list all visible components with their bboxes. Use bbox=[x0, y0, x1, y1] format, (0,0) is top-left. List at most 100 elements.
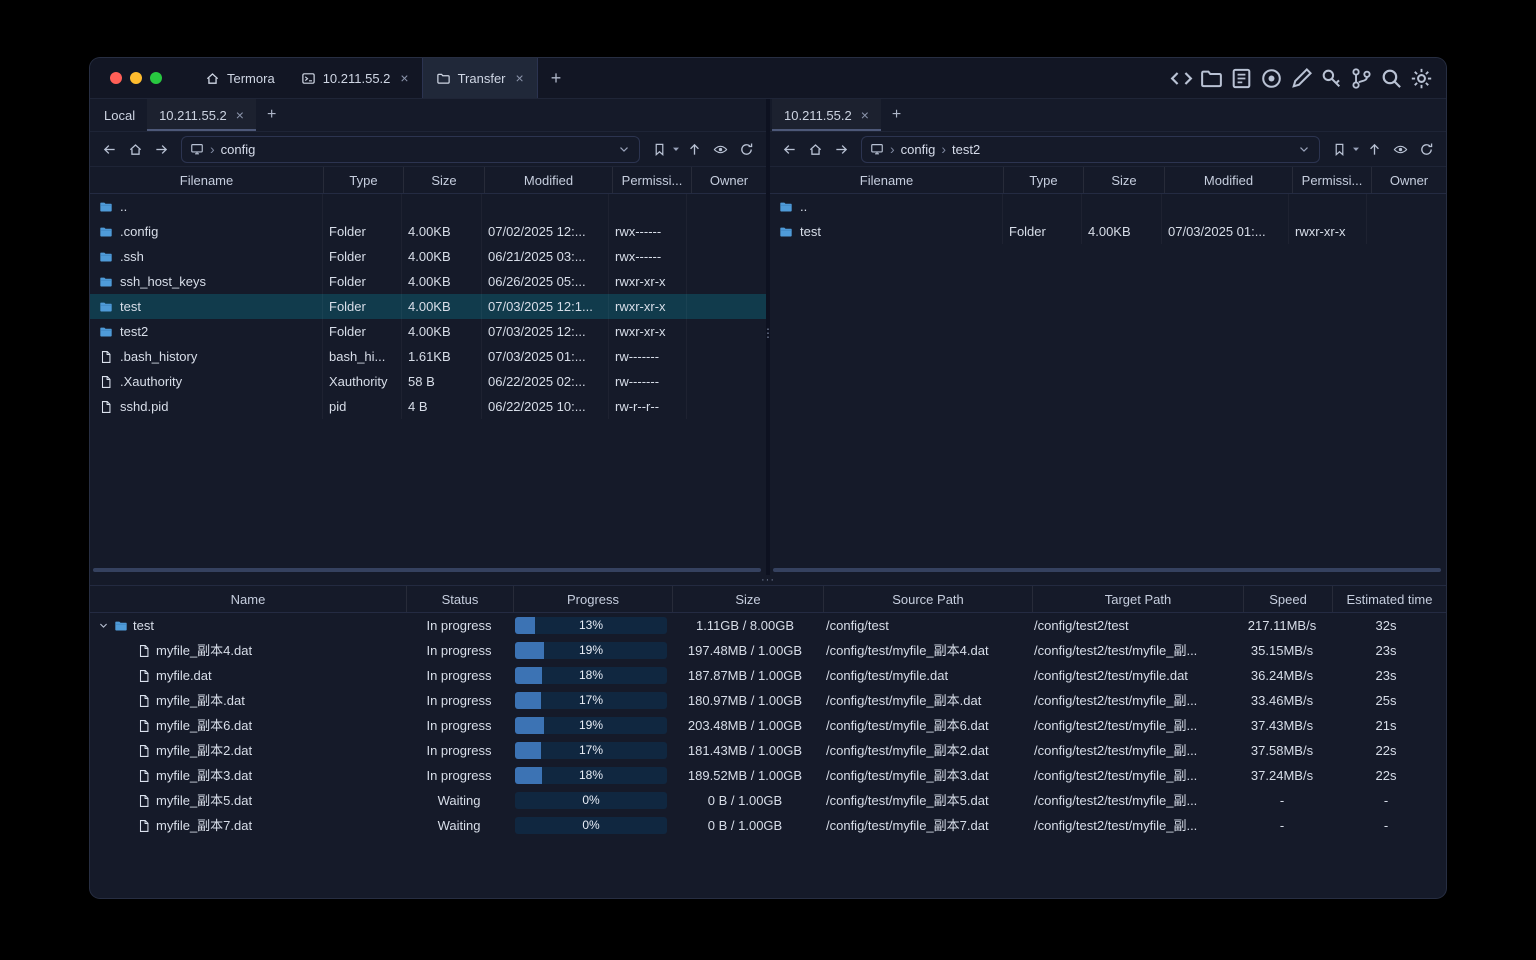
transfer-row[interactable]: myfile_副本6.dat In progress 19% 203.48MB / 1… bbox=[90, 713, 1446, 738]
titlebar-tab-termora[interactable]: Termora bbox=[192, 58, 288, 98]
column-header-owner[interactable]: Owner bbox=[1372, 167, 1446, 193]
panel-tab-10-211-55-2[interactable]: 10.211.55.2 × bbox=[772, 99, 881, 131]
show-hidden-button[interactable] bbox=[1389, 138, 1412, 161]
status-cell: In progress bbox=[426, 618, 492, 633]
home-icon bbox=[808, 142, 823, 157]
back-icon bbox=[102, 142, 117, 157]
file-row[interactable]: .Xauthority Xauthority 58 B 06/22/2025 02:.… bbox=[90, 369, 766, 394]
panel-tab-local[interactable]: Local bbox=[92, 99, 147, 131]
breadcrumb-separator-icon: › bbox=[890, 141, 895, 157]
column-header-type[interactable]: Type bbox=[1004, 167, 1084, 193]
column-header-name[interactable]: Name bbox=[90, 586, 407, 612]
file-row[interactable]: test Folder 4.00KB 07/03/2025 12:1... rwxr-x… bbox=[90, 294, 766, 319]
horizontal-scrollbar[interactable] bbox=[773, 568, 1441, 572]
transfer-row[interactable]: myfile_副本5.dat Waiting 0% 0 B / 1.00GB/conf… bbox=[90, 788, 1446, 813]
horizontal-splitter[interactable]: ··· bbox=[90, 575, 1446, 586]
column-header-filename[interactable]: Filename bbox=[770, 167, 1004, 193]
column-header-permissi[interactable]: Permissi... bbox=[613, 167, 692, 193]
show-hidden-button[interactable] bbox=[709, 138, 732, 161]
record-icon[interactable] bbox=[1259, 66, 1284, 91]
file-row[interactable]: ssh_host_keys Folder 4.00KB 06/26/2025 05:.… bbox=[90, 269, 766, 294]
panel-tab-10-211-55-2[interactable]: 10.211.55.2 × bbox=[147, 99, 256, 131]
transfer-row[interactable]: myfile_副本2.dat In progress 17% 181.43MB / 1… bbox=[90, 738, 1446, 763]
new-terminal-tab-button[interactable]: + bbox=[538, 58, 575, 98]
transfer-row[interactable]: myfile_副本4.dat In progress 19% 197.48MB / 1… bbox=[90, 638, 1446, 663]
horizontal-scrollbar[interactable] bbox=[93, 568, 761, 572]
breadcrumb-item[interactable]: config bbox=[901, 142, 936, 157]
file-row[interactable]: .bash_history bash_hi... 1.61KB 07/03/2025 … bbox=[90, 344, 766, 369]
file-row[interactable]: test Folder 4.00KB 07/03/2025 01:... rwxr-xr… bbox=[770, 219, 1446, 244]
file-row[interactable]: test2 Folder 4.00KB 07/03/2025 12:... rwxr-x… bbox=[90, 319, 766, 344]
home-button[interactable] bbox=[124, 138, 147, 161]
column-header-status[interactable]: Status bbox=[407, 586, 514, 612]
new-panel-tab-button[interactable]: + bbox=[256, 99, 287, 131]
folder-icon[interactable] bbox=[1199, 66, 1224, 91]
transfer-row[interactable]: myfile_副本3.dat In progress 18% 189.52MB / 1… bbox=[90, 763, 1446, 788]
breadcrumb-item[interactable]: test2 bbox=[952, 142, 980, 157]
refresh-button[interactable] bbox=[1415, 138, 1438, 161]
edit-icon[interactable] bbox=[1289, 66, 1314, 91]
column-header-size[interactable]: Size bbox=[673, 586, 824, 612]
file-glyph-icon bbox=[137, 644, 151, 658]
transfer-name-label: myfile.dat bbox=[156, 668, 212, 683]
breadcrumb-item[interactable]: config bbox=[221, 142, 256, 157]
close-tab-icon[interactable]: × bbox=[236, 108, 244, 122]
close-tab-icon[interactable]: × bbox=[861, 108, 869, 122]
titlebar-tab-10-211-55-2[interactable]: 10.211.55.2 × bbox=[288, 58, 422, 98]
breadcrumb[interactable]: › config › test2 bbox=[861, 135, 1320, 163]
file-row[interactable]: .config Folder 4.00KB 07/02/2025 12:... rwx-… bbox=[90, 219, 766, 244]
settings-icon[interactable] bbox=[1409, 66, 1434, 91]
column-header-owner[interactable]: Owner bbox=[692, 167, 766, 193]
column-header-progress[interactable]: Progress bbox=[514, 586, 673, 612]
column-header-target-path[interactable]: Target Path bbox=[1033, 586, 1244, 612]
home-button[interactable] bbox=[804, 138, 827, 161]
close-tab-icon[interactable]: × bbox=[516, 71, 524, 85]
transfer-row[interactable]: myfile_副本.dat In progress 17% 180.97MB / 1.… bbox=[90, 688, 1446, 713]
column-header-permissi[interactable]: Permissi... bbox=[1293, 167, 1372, 193]
bookmark-button[interactable] bbox=[1328, 138, 1351, 161]
transfer-row[interactable]: test In progress 13% 1.11GB / 8.00GB/config… bbox=[90, 613, 1446, 638]
file-row[interactable]: .. bbox=[770, 194, 1446, 219]
chevron-down-icon[interactable] bbox=[617, 142, 631, 156]
zoom-button[interactable] bbox=[150, 72, 162, 84]
key-icon[interactable] bbox=[1319, 66, 1344, 91]
forward-button[interactable] bbox=[150, 138, 173, 161]
column-header-type[interactable]: Type bbox=[324, 167, 404, 193]
code-icon[interactable] bbox=[1169, 66, 1194, 91]
new-panel-tab-button[interactable]: + bbox=[881, 99, 912, 131]
column-header-modified[interactable]: Modified bbox=[1165, 167, 1293, 193]
column-header-size[interactable]: Size bbox=[1084, 167, 1165, 193]
close-tab-icon[interactable]: × bbox=[400, 71, 408, 85]
column-header-estimated-time[interactable]: Estimated time bbox=[1333, 586, 1446, 612]
file-row[interactable]: .. bbox=[90, 194, 766, 219]
column-header-source-path[interactable]: Source Path bbox=[824, 586, 1033, 612]
search-icon[interactable] bbox=[1379, 66, 1404, 91]
file-row[interactable]: .ssh Folder 4.00KB 06/21/2025 03:... rwx----… bbox=[90, 244, 766, 269]
branch-icon[interactable] bbox=[1349, 66, 1374, 91]
close-button[interactable] bbox=[110, 72, 122, 84]
caret-down-icon[interactable] bbox=[1352, 145, 1360, 153]
file-row[interactable]: sshd.pid pid 4 B 06/22/2025 10:... rw-r--r-- bbox=[90, 394, 766, 419]
column-header-modified[interactable]: Modified bbox=[485, 167, 613, 193]
back-button[interactable] bbox=[98, 138, 121, 161]
macro-icon[interactable] bbox=[1229, 66, 1254, 91]
chevron-down-icon[interactable] bbox=[1297, 142, 1311, 156]
column-header-speed[interactable]: Speed bbox=[1244, 586, 1333, 612]
transfer-row[interactable]: myfile.dat In progress 18% 187.87MB / 1.00G… bbox=[90, 663, 1446, 688]
upload-button[interactable] bbox=[683, 138, 706, 161]
minimize-button[interactable] bbox=[130, 72, 142, 84]
back-button[interactable] bbox=[778, 138, 801, 161]
refresh-button[interactable] bbox=[735, 138, 758, 161]
owner-cell bbox=[687, 244, 766, 269]
titlebar-tab-transfer[interactable]: Transfer × bbox=[421, 58, 538, 98]
caret-down-icon[interactable] bbox=[672, 145, 680, 153]
bookmark-button[interactable] bbox=[648, 138, 671, 161]
upload-button[interactable] bbox=[1363, 138, 1386, 161]
breadcrumb[interactable]: › config bbox=[181, 135, 640, 163]
column-header-filename[interactable]: Filename bbox=[90, 167, 324, 193]
transfer-row[interactable]: myfile_副本7.dat Waiting 0% 0 B / 1.00GB/conf… bbox=[90, 813, 1446, 838]
column-header-size[interactable]: Size bbox=[404, 167, 485, 193]
chevron-expand-icon[interactable] bbox=[98, 620, 109, 631]
forward-button[interactable] bbox=[830, 138, 853, 161]
modified-cell: 07/03/2025 01:... bbox=[482, 344, 609, 369]
